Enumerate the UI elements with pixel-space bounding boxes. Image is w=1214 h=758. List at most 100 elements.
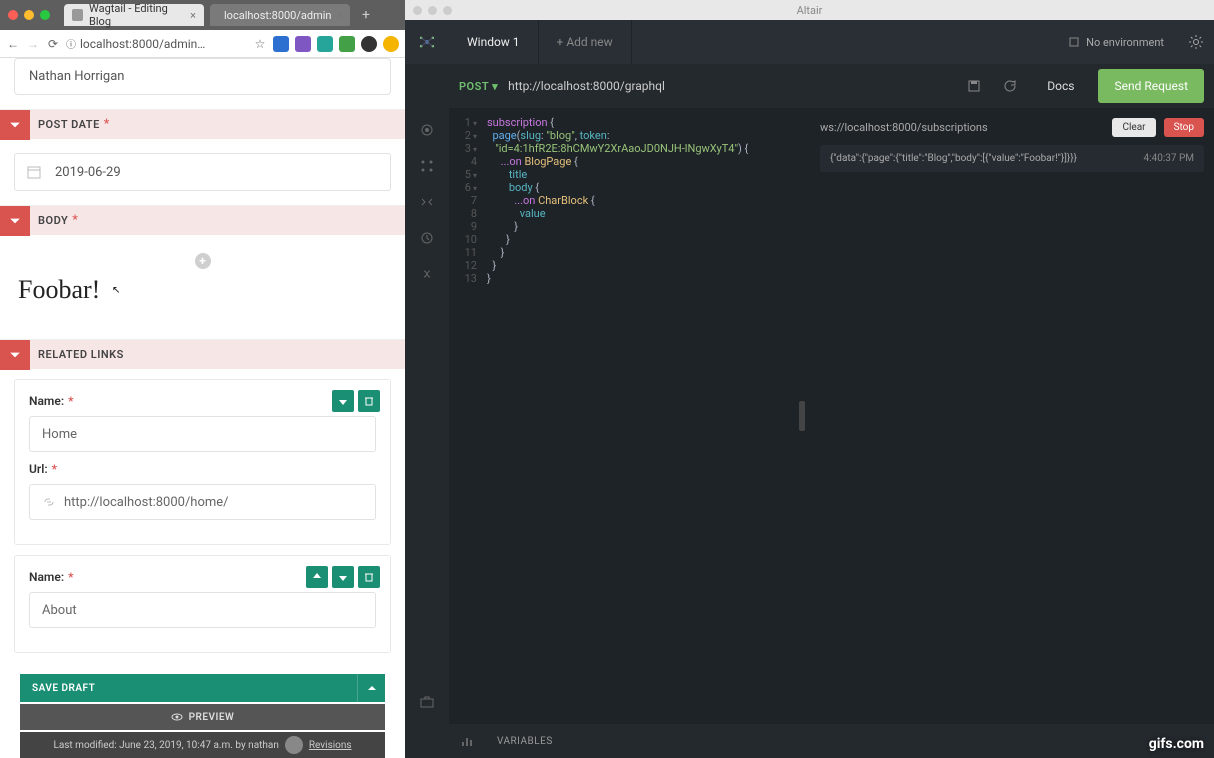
environment-selector[interactable]: No environment: [1054, 36, 1178, 49]
reload-docs-icon[interactable]: [997, 79, 1023, 93]
post-date-input[interactable]: 2019-06-29: [14, 153, 391, 191]
layers-icon: [1068, 36, 1080, 48]
input-value: About: [42, 603, 77, 618]
required-icon: *: [68, 570, 73, 584]
forward-button[interactable]: →: [26, 37, 40, 51]
preview-button[interactable]: PREVIEW: [20, 704, 385, 730]
back-button[interactable]: ←: [6, 37, 20, 51]
section-header-post-date[interactable]: POST DATE*: [0, 109, 405, 139]
section-label: POST DATE: [30, 118, 100, 131]
pane-divider[interactable]: [794, 108, 810, 724]
result-row[interactable]: {"data":{"page":{"title":"Blog","body":[…: [820, 145, 1204, 172]
field-label: Name:: [29, 394, 64, 408]
profile-badge-icon[interactable]: [383, 36, 399, 52]
gear-icon: [1188, 34, 1204, 50]
headers-icon[interactable]: [419, 122, 435, 138]
section-label: BODY: [30, 214, 68, 227]
collapse-icon[interactable]: [0, 110, 30, 140]
section-header-body[interactable]: BODY *: [0, 205, 405, 235]
save-more-button[interactable]: [357, 674, 385, 702]
browser-tab-strip: Wagtail - Editing Blog × localhost:8000/…: [0, 0, 405, 30]
altair-topbar: Window 1 + Add new No environment: [405, 20, 1214, 64]
input-value: http://localhost:8000/home/: [64, 495, 229, 510]
section-label: RELATED LINKS: [30, 348, 124, 361]
page-footer: SAVE DRAFT PREVIEW Last modified: June 2…: [20, 674, 385, 758]
reload-button[interactable]: ⟳: [46, 37, 60, 51]
move-down-button[interactable]: [332, 566, 354, 588]
result-timestamp: 4:40:37 PM: [1144, 153, 1194, 164]
url-text: localhost:8000/admin…: [80, 37, 205, 51]
extension-icon[interactable]: [339, 36, 355, 52]
required-icon: *: [52, 462, 57, 476]
app-title: Altair: [797, 4, 823, 17]
move-down-button[interactable]: [332, 390, 354, 412]
drag-handle-icon[interactable]: [799, 401, 805, 431]
required-icon: *: [72, 213, 78, 228]
maximize-window-icon[interactable]: [40, 10, 50, 20]
new-tab-button[interactable]: +: [356, 7, 376, 23]
minimize-window-icon[interactable]: [24, 10, 34, 20]
section-header-related-links[interactable]: RELATED LINKS: [0, 339, 405, 369]
add-block-button[interactable]: +: [195, 253, 211, 269]
author-field[interactable]: Nathan Horrigan: [14, 58, 391, 95]
extension-icon[interactable]: [273, 36, 289, 52]
stop-button[interactable]: Stop: [1164, 118, 1204, 137]
collections-icon[interactable]: [419, 158, 435, 174]
watermark: gifs.com: [1149, 736, 1204, 752]
field-label: Name:: [29, 570, 64, 584]
docs-button[interactable]: Docs: [1033, 79, 1088, 93]
http-method-selector[interactable]: POST ▾: [459, 80, 498, 93]
body-streamfield[interactable]: + Foobar! ↖: [18, 235, 387, 339]
maximize-window-icon[interactable]: [443, 6, 452, 15]
variables-bar[interactable]: VARIABLES: [405, 724, 1214, 758]
graphql-url-input[interactable]: http://localhost:8000/graphql: [508, 79, 951, 93]
settings-button[interactable]: [1178, 34, 1214, 50]
close-window-icon[interactable]: [413, 6, 422, 15]
revisions-link[interactable]: Revisions: [309, 740, 352, 751]
browser-tab[interactable]: localhost:8000/admin ×: [210, 4, 350, 26]
query-editor[interactable]: 1▾subscription {2▾ page(slug: "blog", to…: [449, 108, 794, 724]
close-tab-icon[interactable]: ×: [190, 9, 196, 22]
clear-button[interactable]: Clear: [1112, 118, 1155, 137]
field-label: Url:: [29, 462, 48, 476]
briefcase-icon[interactable]: [419, 694, 435, 710]
link-name-input[interactable]: Home: [29, 416, 376, 452]
body-text[interactable]: Foobar!: [18, 275, 387, 305]
altair-sidebar: [405, 108, 449, 724]
bookmark-icon[interactable]: ☆: [253, 37, 267, 51]
delete-button[interactable]: [358, 390, 380, 412]
date-value: 2019-06-29: [55, 165, 121, 180]
move-up-button[interactable]: [306, 566, 328, 588]
close-tab-icon[interactable]: ×: [338, 9, 344, 22]
send-request-button[interactable]: Send Request: [1098, 69, 1204, 103]
required-icon: *: [68, 394, 73, 408]
save-request-icon[interactable]: [961, 79, 987, 93]
eye-icon: [171, 711, 183, 723]
add-tab-button[interactable]: + Add new: [539, 20, 632, 64]
collapse-icon[interactable]: [0, 340, 30, 370]
history-icon[interactable]: [419, 230, 435, 246]
profile-icon[interactable]: [361, 36, 377, 52]
browser-tab-active[interactable]: Wagtail - Editing Blog ×: [64, 4, 204, 26]
avatar: [285, 736, 303, 754]
link-url-input[interactable]: http://localhost:8000/home/: [29, 484, 376, 520]
extension-icon[interactable]: [295, 36, 311, 52]
minimize-window-icon[interactable]: [428, 6, 437, 15]
save-draft-button[interactable]: SAVE DRAFT: [20, 674, 357, 702]
address-bar[interactable]: ⓘlocalhost:8000/admin…: [66, 36, 247, 51]
window-controls: [8, 10, 50, 20]
collapse-icon[interactable]: [0, 206, 30, 236]
extension-icon[interactable]: [317, 36, 333, 52]
close-window-icon[interactable]: [8, 10, 18, 20]
subscription-icon[interactable]: [419, 266, 435, 282]
related-link-panel: Name: * Home Url: * http://localhost:8000/…: [14, 379, 391, 545]
compress-icon[interactable]: [419, 194, 435, 210]
altair-tab[interactable]: Window 1: [449, 20, 539, 64]
result-json: {"data":{"page":{"title":"Blog","body":[…: [830, 153, 1136, 164]
last-modified: Last modified: June 23, 2019, 10:47 a.m.…: [53, 740, 278, 751]
related-link-panel: Name: * About: [14, 555, 391, 653]
link-name-input[interactable]: About: [29, 592, 376, 628]
delete-button[interactable]: [358, 566, 380, 588]
wagtail-admin: Nathan Horrigan POST DATE* 2019-06-29 BO…: [0, 58, 405, 758]
environment-label: No environment: [1086, 36, 1164, 49]
